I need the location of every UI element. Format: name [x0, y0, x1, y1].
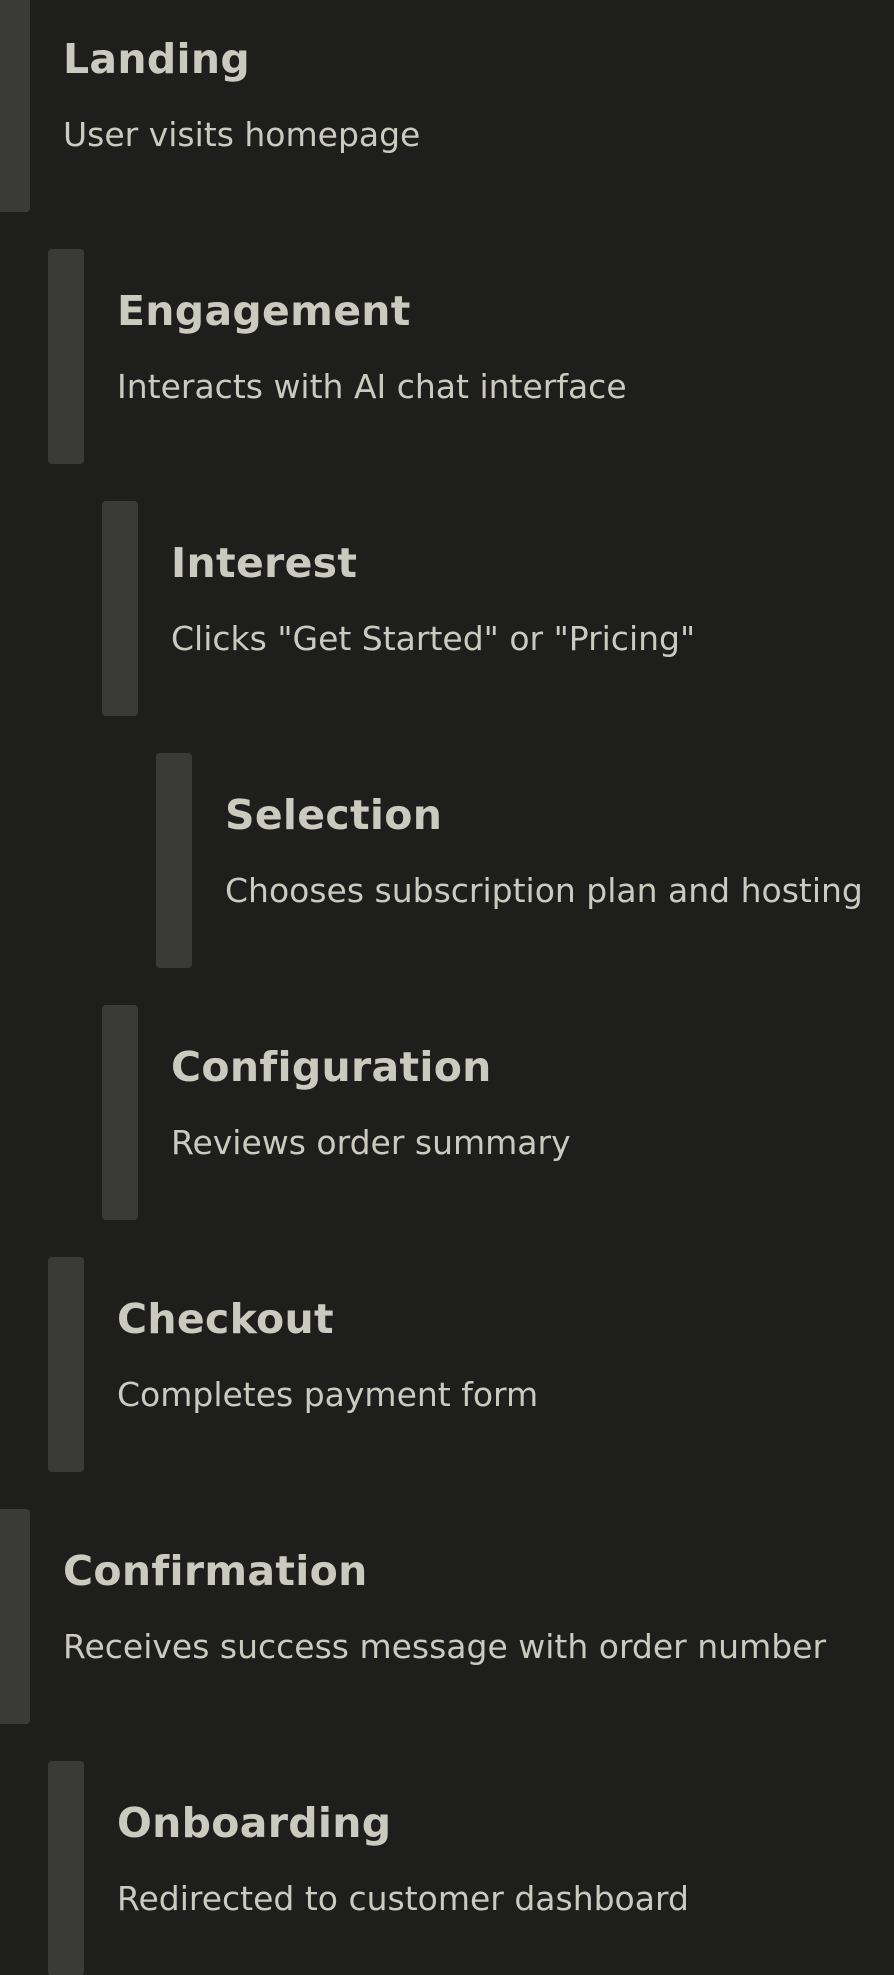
step-description: Chooses subscription plan and hosting — [225, 871, 863, 910]
step-description: Reviews order summary — [171, 1123, 571, 1162]
step-indent-bar — [102, 501, 138, 716]
step-description: Receives success message with order numb… — [63, 1627, 827, 1666]
step-indent-bar — [48, 1257, 84, 1472]
step-indent-bar — [156, 753, 192, 968]
step-description: Clicks "Get Started" or "Pricing" — [171, 619, 696, 658]
step-description: Completes payment form — [117, 1375, 539, 1414]
step-title: Onboarding — [117, 1799, 392, 1847]
step-title: Selection — [225, 791, 443, 839]
step-title: Engagement — [117, 287, 411, 335]
step-indent-bar — [48, 249, 84, 464]
user-journey-list: Landing User visits homepage Engagement … — [0, 0, 894, 1975]
step-title: Interest — [171, 539, 358, 587]
step-title: Confirmation — [63, 1547, 368, 1595]
step-description: User visits homepage — [63, 115, 421, 154]
step-indent-bar — [48, 1761, 84, 1975]
step-description: Interacts with AI chat interface — [117, 367, 627, 406]
step-title: Landing — [63, 35, 251, 83]
step-indent-bar — [0, 1509, 30, 1724]
step-indent-bar — [0, 0, 30, 212]
step-description: Redirected to customer dashboard — [117, 1879, 689, 1918]
step-title: Checkout — [117, 1295, 334, 1343]
step-indent-bar — [102, 1005, 138, 1220]
step-title: Configuration — [171, 1043, 492, 1091]
